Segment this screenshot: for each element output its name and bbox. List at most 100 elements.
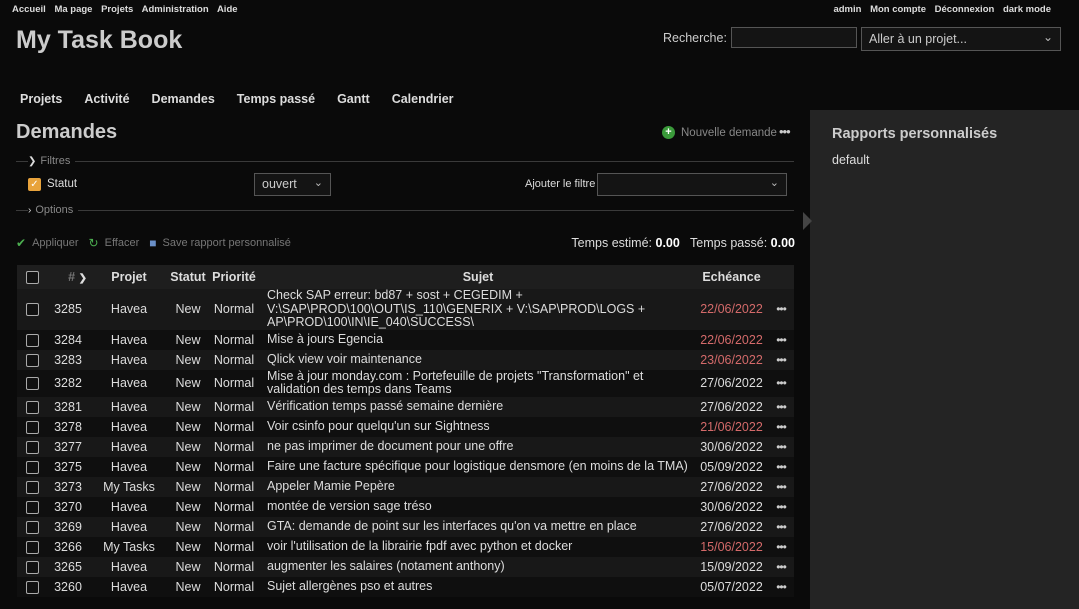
table-row[interactable]: 3278 Havea New Normal Voir csinfo pour quelq…	[17, 416, 794, 437]
row-checkbox[interactable]	[25, 540, 39, 554]
issue-subject[interactable]: GTA: demande de point sur les interfaces…	[261, 516, 695, 537]
issue-id[interactable]: 3277	[47, 436, 89, 457]
table-row[interactable]: 3275 Havea New Normal Faire une facture spéc…	[17, 456, 794, 477]
tab-projects[interactable]: Projets	[20, 92, 62, 106]
project-jump-select[interactable]: Aller à un projet... ⌄	[861, 27, 1061, 51]
issue-subject[interactable]: Sujet allergènes pso et autres	[261, 576, 695, 597]
my-account-link[interactable]: Mon compte	[870, 4, 926, 15]
row-checkbox[interactable]	[25, 440, 39, 454]
column-due-date[interactable]: Echéance	[695, 265, 768, 289]
table-row[interactable]: 3269 Havea New Normal GTA: demande de point …	[17, 516, 794, 537]
row-more-icon[interactable]: •••	[776, 353, 787, 367]
row-more-icon[interactable]: •••	[776, 560, 787, 574]
row-checkbox[interactable]	[25, 520, 39, 534]
row-checkbox[interactable]	[25, 377, 39, 391]
top-menu-projects-link[interactable]: Projets	[101, 4, 133, 15]
issue-subject[interactable]: Appeler Mamie Pepère	[261, 476, 695, 497]
row-more-icon[interactable]: •••	[776, 500, 787, 514]
add-filter-select[interactable]: ⌄	[597, 173, 787, 196]
issue-subject[interactable]: Voir csinfo pour quelqu'un sur Sightness	[261, 416, 695, 437]
column-id[interactable]: # ❯	[47, 265, 89, 289]
top-menu-admin-link[interactable]: Administration	[142, 4, 209, 15]
row-more-icon[interactable]: •••	[776, 480, 787, 494]
issue-subject[interactable]: Mise à jours Egencia	[261, 329, 695, 350]
issue-id[interactable]: 3283	[47, 349, 89, 370]
row-more-icon[interactable]: •••	[776, 440, 787, 454]
tab-gantt[interactable]: Gantt	[337, 92, 370, 106]
row-more-icon[interactable]: •••	[776, 520, 787, 534]
issue-subject[interactable]: Qlick view voir maintenance	[261, 349, 695, 370]
table-row[interactable]: 3284 Havea New Normal Mise à jours Egencia 22…	[17, 329, 794, 350]
issue-id[interactable]: 3269	[47, 516, 89, 537]
statut-checkbox[interactable]: ✓	[28, 178, 41, 191]
filters-legend[interactable]: ❯ Filtres	[28, 155, 76, 167]
issue-subject[interactable]: voir l'utilisation de la librairie fpdf …	[261, 536, 695, 557]
tab-activity[interactable]: Activité	[84, 92, 129, 106]
statut-operator-select[interactable]: ouvert ⌄	[254, 173, 331, 196]
row-checkbox[interactable]	[25, 420, 39, 434]
issue-id[interactable]: 3273	[47, 476, 89, 497]
issue-subject[interactable]: montée de version sage tréso	[261, 496, 695, 517]
issue-subject[interactable]: ne pas imprimer de document pour une off…	[261, 436, 695, 457]
tab-issues[interactable]: Demandes	[152, 92, 215, 106]
table-row[interactable]: 3277 Havea New Normal ne pas imprimer de doc…	[17, 436, 794, 457]
save-query-button[interactable]: ■ Save rapport personnalisé	[149, 236, 291, 250]
issue-id[interactable]: 3260	[47, 576, 89, 597]
dark-mode-link[interactable]: dark mode	[1003, 4, 1051, 15]
row-checkbox[interactable]	[25, 303, 39, 317]
top-menu-home-link[interactable]: Accueil	[12, 4, 46, 15]
options-legend[interactable]: › Options	[28, 204, 79, 216]
apply-button[interactable]: ✔ Appliquer	[16, 236, 79, 250]
search-input[interactable]	[730, 27, 857, 48]
row-more-icon[interactable]: •••	[776, 420, 787, 434]
top-menu-mypage-link[interactable]: Ma page	[54, 4, 92, 15]
issue-id[interactable]: 3270	[47, 496, 89, 517]
row-checkbox[interactable]	[25, 460, 39, 474]
table-row[interactable]: 3285 Havea New Normal Check SAP erreur: bd87…	[17, 288, 794, 330]
issue-id[interactable]: 3266	[47, 536, 89, 557]
issue-id[interactable]: 3275	[47, 456, 89, 477]
table-row[interactable]: 3266 My Tasks New Normal voir l'utilisation …	[17, 536, 794, 557]
select-all-checkbox[interactable]	[25, 271, 39, 285]
row-checkbox[interactable]	[25, 333, 39, 347]
row-more-icon[interactable]: •••	[776, 400, 787, 414]
new-issue-button[interactable]: + Nouvelle demande	[662, 126, 777, 139]
issue-id[interactable]: 3265	[47, 556, 89, 577]
issue-subject[interactable]: Check SAP erreur: bd87 + sost + CEGEDIM …	[261, 288, 695, 330]
row-more-icon[interactable]: •••	[776, 540, 787, 554]
top-menu-help-link[interactable]: Aide	[217, 4, 238, 15]
row-checkbox[interactable]	[25, 500, 39, 514]
row-checkbox[interactable]	[25, 400, 39, 414]
column-priority[interactable]: Priorité	[207, 265, 261, 289]
more-actions-icon[interactable]: •••	[779, 124, 791, 139]
table-row[interactable]: 3281 Havea New Normal Vérification temps pas…	[17, 396, 794, 417]
column-subject[interactable]: Sujet	[261, 265, 695, 289]
issue-id[interactable]: 3281	[47, 396, 89, 417]
issue-id[interactable]: 3282	[47, 369, 89, 397]
row-more-icon[interactable]: •••	[776, 580, 787, 594]
column-project[interactable]: Projet	[89, 265, 169, 289]
sidebar-item-default[interactable]: default	[832, 153, 870, 167]
table-row[interactable]: 3260 Havea New Normal Sujet allergènes pso e…	[17, 576, 794, 597]
issue-subject[interactable]: Faire une facture spécifique pour logist…	[261, 456, 695, 477]
issue-subject[interactable]: Vérification temps passé semaine dernièr…	[261, 396, 695, 417]
issue-id[interactable]: 3278	[47, 416, 89, 437]
row-checkbox[interactable]	[25, 560, 39, 574]
row-more-icon[interactable]: •••	[776, 302, 787, 316]
column-status[interactable]: Statut	[169, 265, 207, 289]
row-more-icon[interactable]: •••	[776, 460, 787, 474]
tab-time-spent[interactable]: Temps passé	[237, 92, 315, 106]
table-row[interactable]: 3282 Havea New Normal Mise à jour monday.com…	[17, 369, 794, 397]
table-row[interactable]: 3283 Havea New Normal Qlick view voir mainte…	[17, 349, 794, 370]
clear-button[interactable]: ↻ Effacer	[89, 236, 140, 250]
issue-id[interactable]: 3285	[47, 289, 89, 330]
table-row[interactable]: 3273 My Tasks New Normal Appeler Mamie Pepèr…	[17, 476, 794, 497]
row-more-icon[interactable]: •••	[776, 333, 787, 347]
row-checkbox[interactable]	[25, 353, 39, 367]
table-row[interactable]: 3270 Havea New Normal montée de version sage…	[17, 496, 794, 517]
row-checkbox[interactable]	[25, 480, 39, 494]
sidebar-toggle-icon[interactable]	[803, 212, 812, 230]
table-row[interactable]: 3265 Havea New Normal augmenter les salaires…	[17, 556, 794, 577]
issue-id[interactable]: 3284	[47, 329, 89, 350]
logged-user-link[interactable]: admin	[833, 4, 861, 15]
